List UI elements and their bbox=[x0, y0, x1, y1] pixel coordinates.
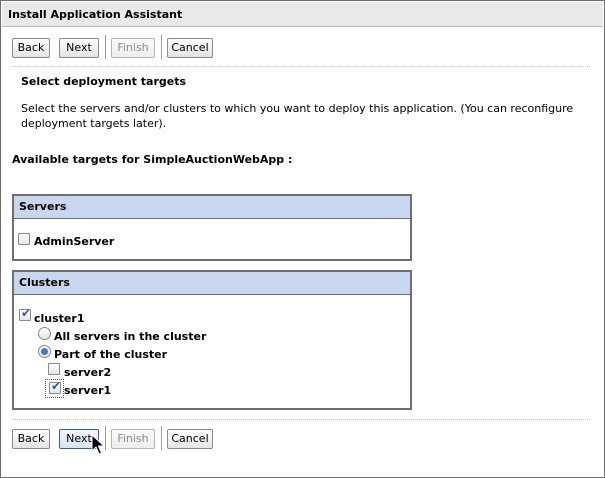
server1-label: server1 bbox=[64, 384, 112, 397]
toolbar-separator bbox=[105, 426, 106, 450]
part-of-cluster-radio[interactable] bbox=[38, 345, 51, 358]
mouse-pointer-icon bbox=[91, 434, 105, 455]
cluster1-label: cluster1 bbox=[34, 312, 85, 325]
servers-group: Servers bbox=[12, 194, 412, 261]
clusters-header: Clusters bbox=[14, 272, 410, 295]
available-targets-label: Available targets for SimpleAuctionWebAp… bbox=[12, 153, 293, 166]
back-button[interactable]: Back bbox=[12, 38, 50, 58]
window-title: Install Application Assistant bbox=[8, 8, 183, 21]
next-button[interactable]: Next bbox=[59, 38, 99, 58]
cancel-button-bottom[interactable]: Cancel bbox=[167, 429, 213, 449]
step-title: Select deployment targets bbox=[21, 75, 187, 88]
finish-button[interactable]: Finish bbox=[111, 38, 155, 58]
server2-checkbox[interactable] bbox=[48, 363, 60, 375]
toolbar-separator bbox=[161, 426, 162, 450]
adminserver-checkbox[interactable] bbox=[18, 233, 30, 245]
all-servers-label: All servers in the cluster bbox=[54, 330, 207, 343]
step-description: Select the servers and/or clusters to wh… bbox=[21, 102, 574, 130]
toolbar-separator bbox=[161, 35, 162, 59]
adminserver-label: AdminServer bbox=[34, 235, 115, 248]
toolbar-separator bbox=[105, 35, 106, 59]
cluster1-checkbox[interactable] bbox=[19, 306, 31, 321]
all-servers-radio[interactable] bbox=[38, 327, 51, 340]
servers-header: Servers bbox=[14, 196, 410, 219]
server2-label: server2 bbox=[64, 366, 112, 379]
divider bbox=[12, 66, 590, 67]
divider bbox=[12, 419, 590, 420]
finish-button-bottom[interactable]: Finish bbox=[111, 429, 155, 449]
back-button-bottom[interactable]: Back bbox=[12, 429, 50, 449]
cancel-button[interactable]: Cancel bbox=[167, 38, 213, 58]
title-bar: Install Application Assistant bbox=[2, 2, 603, 27]
part-of-cluster-label: Part of the cluster bbox=[54, 348, 168, 361]
server1-checkbox[interactable] bbox=[49, 379, 61, 394]
